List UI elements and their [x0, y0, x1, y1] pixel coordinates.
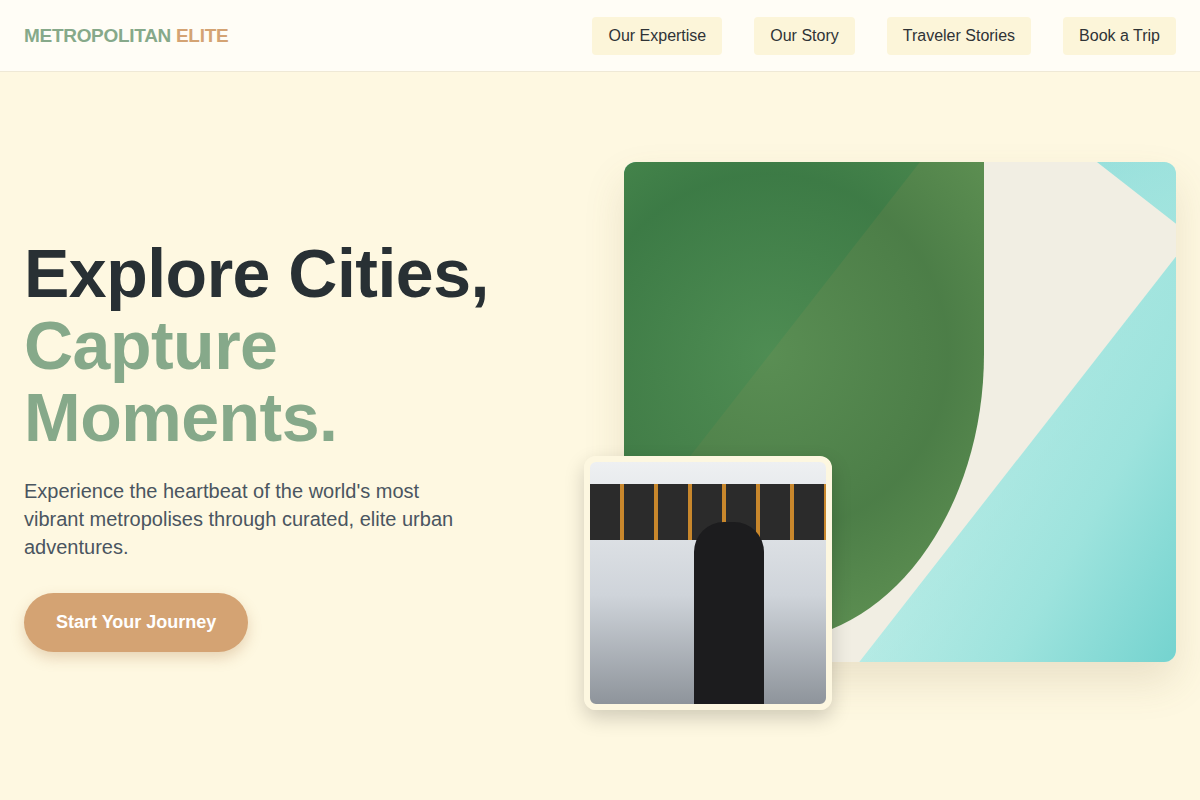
hero-text: Explore Cities,CaptureMoments. Experienc… — [24, 221, 584, 652]
hero-title-line: Capture — [24, 309, 489, 381]
page: METROPOLITAN ELITE Our Expertise Our Stor… — [0, 0, 1200, 800]
main-nav: Our Expertise Our Story Traveler Stories Bo… — [592, 17, 1176, 55]
nav-link[interactable]: Our Story — [754, 17, 854, 55]
hero-subtitle: Experience the heartbeat of the world's … — [24, 477, 464, 561]
start-journey-button[interactable]: Start Your Journey — [24, 593, 248, 652]
hero-visual — [584, 162, 1176, 710]
hero-title-line: Moments. — [24, 381, 489, 453]
logo[interactable]: METROPOLITAN ELITE — [24, 25, 228, 47]
hero-title: Explore Cities,CaptureMoments. — [24, 237, 489, 453]
nav-link[interactable]: Our Expertise — [592, 17, 722, 55]
hero-section: Explore Cities,CaptureMoments. Experienc… — [0, 72, 1200, 800]
logo-primary: METROPOLITAN — [24, 25, 171, 47]
traveler-figure — [694, 522, 764, 710]
hero-title-line: Explore Cities, — [24, 237, 489, 309]
nav-link[interactable]: Book a Trip — [1063, 17, 1176, 55]
logo-accent: ELITE — [176, 25, 228, 47]
nav-link[interactable]: Traveler Stories — [887, 17, 1031, 55]
site-header: METROPOLITAN ELITE Our Expertise Our Stor… — [0, 0, 1200, 72]
airport-photo — [584, 456, 832, 710]
